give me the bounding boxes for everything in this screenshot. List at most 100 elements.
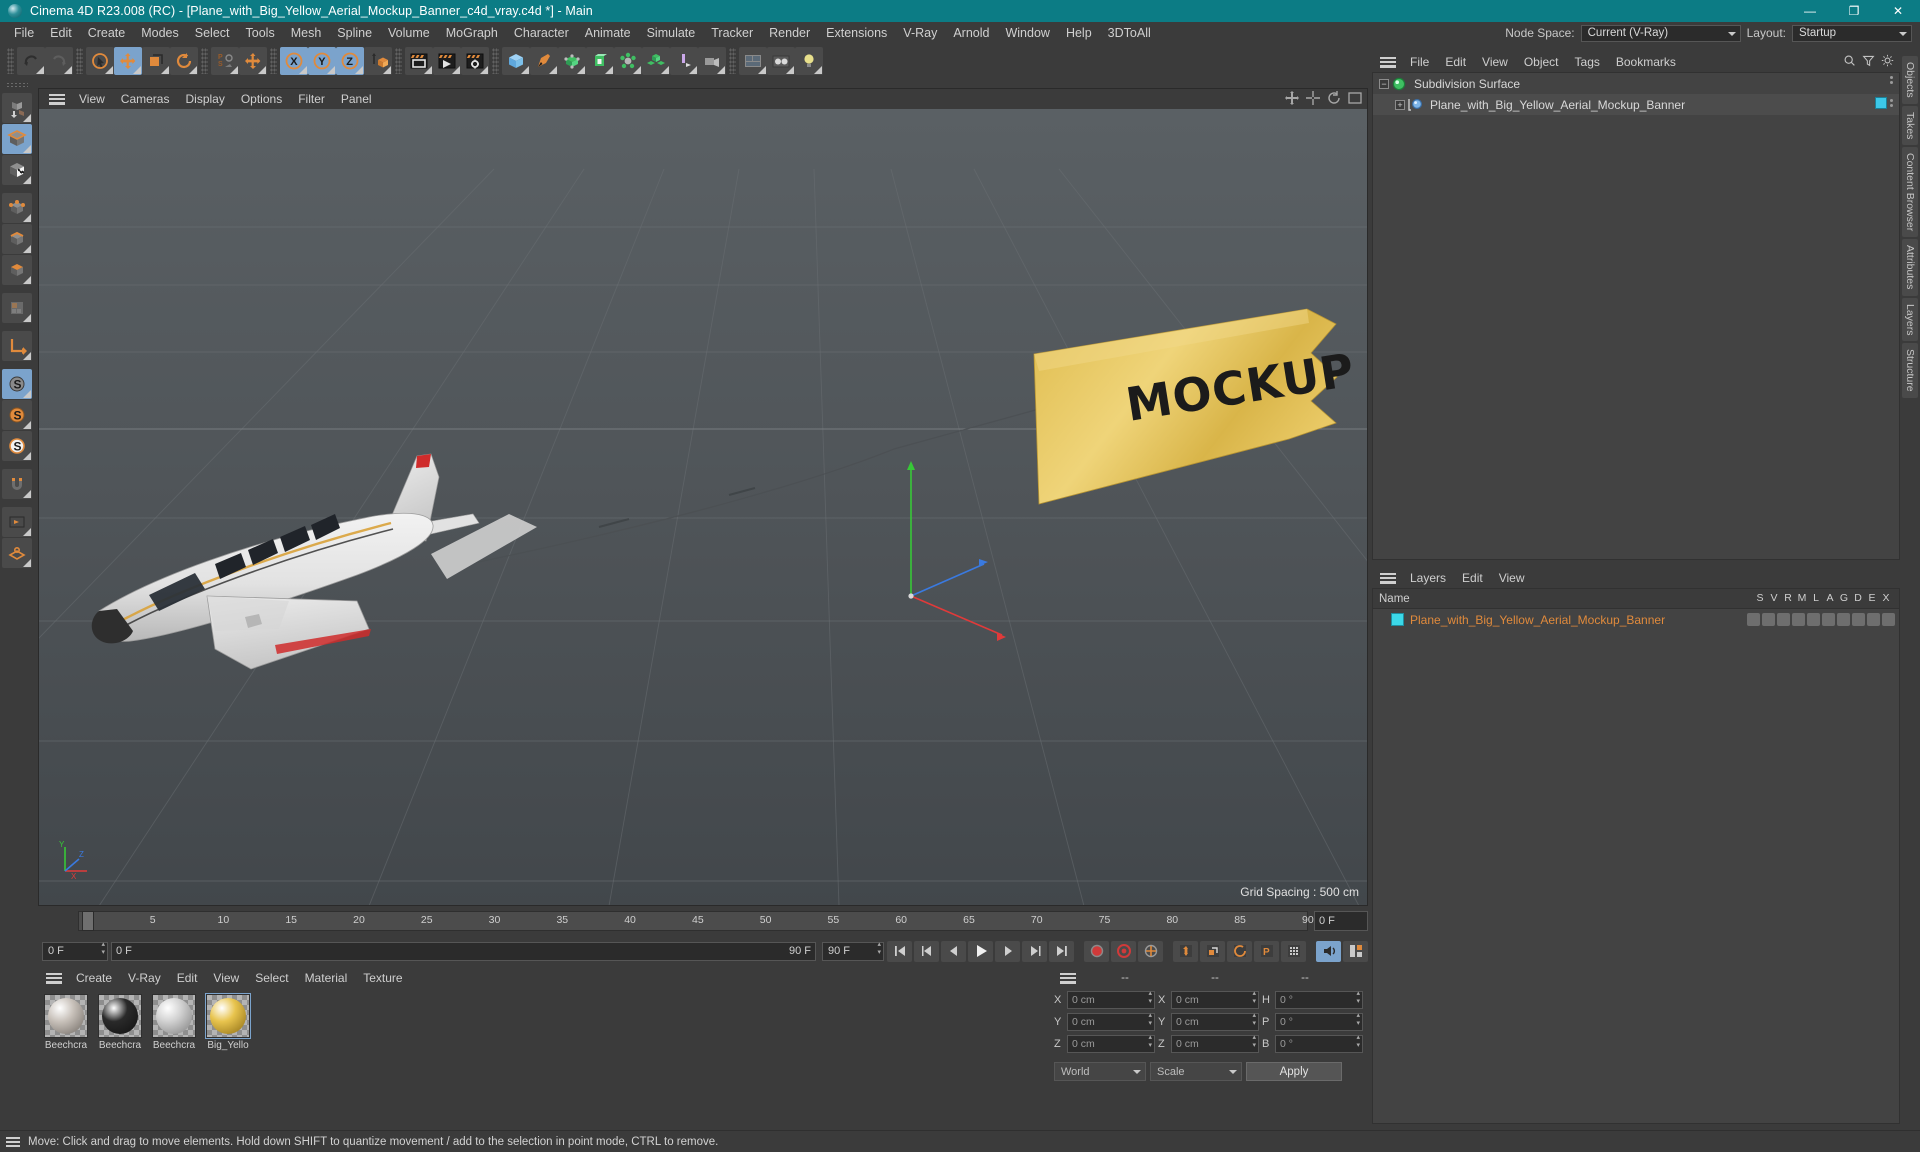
material-thumbnail[interactable] xyxy=(44,994,88,1038)
add-spline-button[interactable] xyxy=(530,47,558,75)
menu-item-arnold[interactable]: Arnold xyxy=(945,24,997,42)
go-to-end-button[interactable] xyxy=(1049,940,1074,962)
coord-rotation-field[interactable]: 0 ° xyxy=(1275,1034,1363,1053)
redo-button[interactable] xyxy=(45,47,73,75)
layer-column-A[interactable]: A xyxy=(1823,592,1837,604)
hamburger-icon[interactable] xyxy=(6,1136,20,1147)
layer-flag-R[interactable] xyxy=(1777,613,1790,626)
layer-row[interactable]: Plane_with_Big_Yellow_Aerial_Mockup_Bann… xyxy=(1373,609,1899,630)
menu-item-mesh[interactable]: Mesh xyxy=(283,24,330,42)
render-settings-button[interactable] xyxy=(461,47,489,75)
add-mograph-button[interactable] xyxy=(642,47,670,75)
viewport-menu-filter[interactable]: Filter xyxy=(290,91,333,107)
material-menu-view[interactable]: View xyxy=(205,970,247,986)
right-tab-objects[interactable]: Objects xyxy=(1902,56,1918,104)
menu-item-create[interactable]: Create xyxy=(80,24,134,42)
minimize-button[interactable]: — xyxy=(1788,0,1832,22)
hamburger-icon[interactable] xyxy=(1380,572,1396,584)
layer-color-swatch[interactable] xyxy=(1391,613,1404,626)
layer-column-G[interactable]: G xyxy=(1837,592,1851,604)
menu-item-render[interactable]: Render xyxy=(761,24,818,42)
object-world-coord-button[interactable] xyxy=(364,47,392,75)
menu-item-modes[interactable]: Modes xyxy=(133,24,187,42)
maximize-view-icon[interactable] xyxy=(1347,90,1363,106)
material-item[interactable]: Beechcra xyxy=(96,994,144,1112)
coord-size-field[interactable]: 0 cm xyxy=(1171,1034,1259,1053)
coord-size-field[interactable]: 0 cm xyxy=(1171,990,1259,1009)
frame-range-bar[interactable]: 0 F 90 F xyxy=(111,941,816,961)
hamburger-icon[interactable] xyxy=(46,972,62,984)
quantize-button[interactable]: S xyxy=(2,431,32,461)
node-space-select[interactable]: Current (V-Ray) xyxy=(1580,24,1741,42)
render-view-button[interactable] xyxy=(405,47,433,75)
autokeying-button[interactable] xyxy=(1111,940,1136,962)
coord-position-field[interactable]: 0 cm xyxy=(1067,1034,1155,1053)
menu-item-tools[interactable]: Tools xyxy=(238,24,283,42)
visibility-dots[interactable] xyxy=(1890,76,1893,84)
material-thumbnail[interactable] xyxy=(98,994,142,1038)
layer-column-L[interactable]: L xyxy=(1809,592,1823,604)
search-icon[interactable] xyxy=(1843,54,1856,67)
psr-toggle-button[interactable]: PS xyxy=(211,47,239,75)
material-list[interactable]: Beechcra Beechcra Beechcra Big_Yello xyxy=(38,988,1048,1118)
position-key-button[interactable] xyxy=(1173,940,1198,962)
point-mode-button[interactable] xyxy=(2,193,32,223)
add-cube-button[interactable] xyxy=(502,47,530,75)
right-tab-attributes[interactable]: Attributes xyxy=(1902,239,1918,296)
step-back-button[interactable] xyxy=(941,940,966,962)
layer-flag-X[interactable] xyxy=(1882,613,1895,626)
axis-mode-button[interactable] xyxy=(2,331,32,361)
material-menu-create[interactable]: Create xyxy=(68,970,120,986)
lock-z-axis-button[interactable]: Z xyxy=(336,47,364,75)
material-thumbnail[interactable] xyxy=(152,994,196,1038)
hamburger-icon[interactable] xyxy=(1380,56,1396,68)
menu-item-help[interactable]: Help xyxy=(1058,24,1100,42)
edge-mode-button[interactable] xyxy=(2,224,32,254)
coord-rotation-field[interactable]: 0 ° xyxy=(1275,990,1363,1009)
expander-toggle[interactable]: + xyxy=(1395,99,1405,110)
viewport-menu-panel[interactable]: Panel xyxy=(333,91,380,107)
object-menu-tags[interactable]: Tags xyxy=(1567,54,1608,70)
scale-key-button[interactable] xyxy=(1200,940,1225,962)
filter-icon[interactable] xyxy=(1862,54,1875,67)
coord-size-field[interactable]: 0 cm xyxy=(1171,1012,1259,1031)
close-button[interactable]: ✕ xyxy=(1876,0,1920,22)
object-tree[interactable]: − Subdivision Surface + Plane_with_Big_Yell… xyxy=(1372,72,1900,560)
object-row[interactable]: + Plane_with_Big_Yellow_Aerial_Mockup_Ban… xyxy=(1373,94,1899,115)
layer-column-E[interactable]: E xyxy=(1865,592,1879,604)
go-to-start-button[interactable] xyxy=(887,940,912,962)
object-tag[interactable] xyxy=(1875,97,1887,109)
add-camera-button[interactable] xyxy=(698,47,726,75)
lock-y-axis-button[interactable]: Y xyxy=(308,47,336,75)
scale-tool-button[interactable] xyxy=(142,47,170,75)
param-key-button[interactable]: P xyxy=(1254,940,1279,962)
object-menu-edit[interactable]: Edit xyxy=(1437,54,1474,70)
add-deformer-button[interactable] xyxy=(586,47,614,75)
layer-flag-L[interactable] xyxy=(1807,613,1820,626)
material-menu-texture[interactable]: Texture xyxy=(355,970,410,986)
play-button[interactable] xyxy=(968,940,993,962)
world-object-axis-button[interactable] xyxy=(239,47,267,75)
uv-mode-button[interactable] xyxy=(2,293,32,323)
step-forward-button[interactable] xyxy=(995,940,1020,962)
select-tool-button[interactable] xyxy=(86,47,114,75)
dot[interactable] xyxy=(1890,104,1893,107)
current-frame-field[interactable]: 0 F xyxy=(42,941,108,961)
layer-menu-layers[interactable]: Layers xyxy=(1402,570,1454,586)
visibility-dots[interactable] xyxy=(1890,99,1893,107)
coord-system-select[interactable]: World xyxy=(1054,1062,1146,1081)
sound-button[interactable] xyxy=(1316,940,1341,962)
layer-flag-D[interactable] xyxy=(1852,613,1865,626)
object-row[interactable]: − Subdivision Surface xyxy=(1373,73,1899,94)
layer-column-S[interactable]: S xyxy=(1753,592,1767,604)
menu-item-edit[interactable]: Edit xyxy=(42,24,80,42)
zoom-view-icon[interactable] xyxy=(1305,90,1321,106)
coord-rotation-field[interactable]: 0 ° xyxy=(1275,1012,1363,1031)
layer-column-V[interactable]: V xyxy=(1767,592,1781,604)
layer-flag-M[interactable] xyxy=(1792,613,1805,626)
timeline-playhead[interactable] xyxy=(82,911,94,931)
light-setup-button[interactable] xyxy=(795,47,823,75)
menu-item-mograph[interactable]: MoGraph xyxy=(438,24,506,42)
render-to-picture-viewer-button[interactable] xyxy=(433,47,461,75)
coord-position-field[interactable]: 0 cm xyxy=(1067,990,1155,1009)
